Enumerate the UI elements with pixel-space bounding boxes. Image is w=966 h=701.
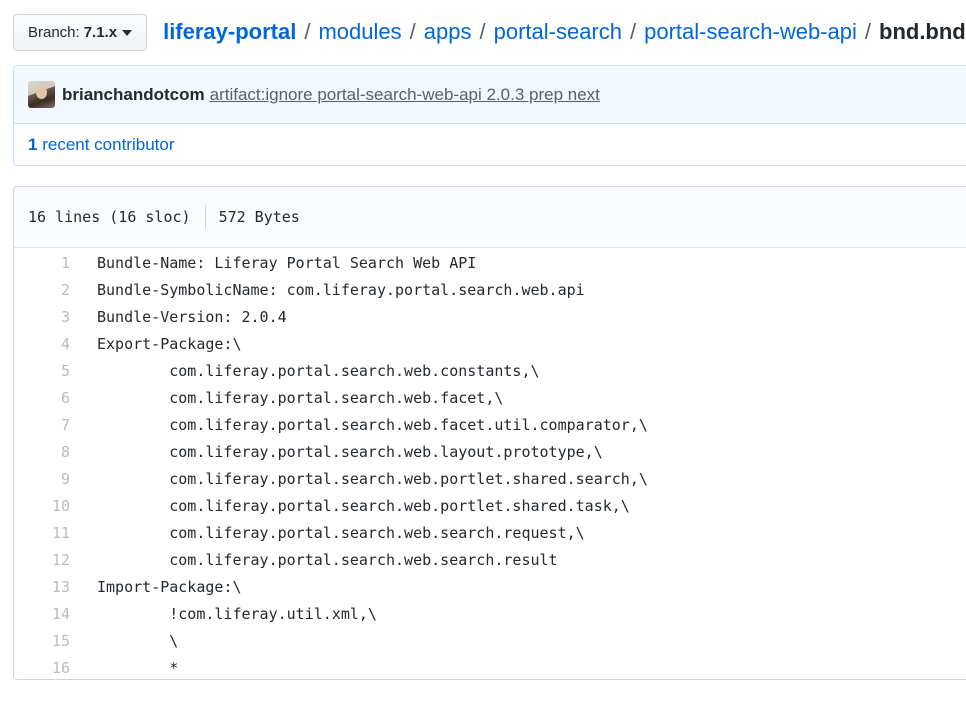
- branch-label: Branch:: [28, 23, 80, 41]
- line-code: com.liferay.portal.search.web.portlet.sh…: [97, 469, 648, 488]
- line-number[interactable]: 8: [14, 443, 70, 461]
- code-line: 2 Bundle-SymbolicName: com.liferay.portal…: [14, 276, 966, 303]
- line-code: com.liferay.portal.search.web.facet.util…: [97, 415, 648, 434]
- line-code: Bundle-SymbolicName: com.liferay.portal.…: [97, 280, 585, 299]
- breadcrumb-separator: /: [479, 19, 486, 44]
- line-code: Bundle-Name: Liferay Portal Search Web A…: [97, 253, 477, 272]
- line-code: \: [97, 631, 179, 650]
- line-code: com.liferay.portal.search.web.facet,\: [97, 388, 504, 407]
- avatar[interactable]: [28, 81, 55, 108]
- line-number[interactable]: 16: [14, 659, 70, 677]
- line-number[interactable]: 14: [14, 605, 70, 623]
- code-table: 1 Bundle-Name: Liferay Portal Search Web …: [14, 248, 966, 679]
- code-line: 15 \: [14, 627, 966, 654]
- file-navigation: Branch: 7.1.x liferay-portal / modules /…: [13, 13, 966, 51]
- code-line: 6 com.liferay.portal.search.web.facet,\: [14, 384, 966, 411]
- contributors-bar: 1 recent contributor: [14, 124, 966, 165]
- branch-name: 7.1.x: [83, 23, 118, 41]
- code-line: 7 com.liferay.portal.search.web.facet.ut…: [14, 411, 966, 438]
- line-number[interactable]: 4: [14, 335, 70, 353]
- commit-message-link[interactable]: artifact:ignore portal-search-web-api 2.…: [210, 85, 600, 105]
- line-code: com.liferay.portal.search.web.search.res…: [97, 550, 558, 569]
- contributors-label: recent contributor: [42, 135, 175, 154]
- breadcrumb: liferay-portal / modules / apps / portal…: [163, 19, 966, 45]
- code-line: 12 com.liferay.portal.search.web.search.…: [14, 546, 966, 573]
- line-code: Bundle-Version: 2.0.4: [97, 307, 287, 326]
- breadcrumb-separator: /: [864, 19, 871, 44]
- code-line: 8 com.liferay.portal.search.web.layout.p…: [14, 438, 966, 465]
- line-code: com.liferay.portal.search.web.portlet.sh…: [97, 496, 630, 515]
- code-line: 16 *: [14, 654, 966, 679]
- line-number[interactable]: 9: [14, 470, 70, 488]
- file-info-header: 16 lines (16 sloc) 572 Bytes: [14, 187, 966, 248]
- contributors-count: 1: [28, 135, 38, 154]
- code-line: 13 Import-Package:\: [14, 573, 966, 600]
- breadcrumb-link-modules[interactable]: modules: [318, 19, 401, 45]
- line-code: Import-Package:\: [97, 577, 242, 596]
- breadcrumb-link-portal-search[interactable]: portal-search: [494, 19, 622, 45]
- code-line: 3 Bundle-Version: 2.0.4: [14, 303, 966, 330]
- breadcrumb-separator: /: [304, 19, 311, 44]
- line-code: com.liferay.portal.search.web.constants,…: [97, 361, 540, 380]
- breadcrumb-repo-link[interactable]: liferay-portal: [163, 19, 296, 45]
- file-line-count: 16 lines (16 sloc): [28, 208, 191, 226]
- line-number[interactable]: 3: [14, 308, 70, 326]
- line-number[interactable]: 2: [14, 281, 70, 299]
- branch-select-button[interactable]: Branch: 7.1.x: [13, 13, 148, 51]
- line-code: !com.liferay.util.xml,\: [97, 604, 377, 623]
- line-number[interactable]: 11: [14, 524, 70, 542]
- line-number[interactable]: 10: [14, 497, 70, 515]
- file-info-divider: [204, 205, 206, 229]
- code-line: 10 com.liferay.portal.search.web.portlet…: [14, 492, 966, 519]
- line-code: com.liferay.portal.search.web.search.req…: [97, 523, 585, 542]
- line-number[interactable]: 6: [14, 389, 70, 407]
- line-code: *: [97, 658, 179, 677]
- line-number[interactable]: 12: [14, 551, 70, 569]
- line-number[interactable]: 15: [14, 632, 70, 650]
- commit-tease: brianchandotcom artifact:ignore portal-s…: [14, 66, 966, 124]
- breadcrumb-link-apps[interactable]: apps: [424, 19, 472, 45]
- line-number[interactable]: 5: [14, 362, 70, 380]
- breadcrumb-link-portal-search-web-api[interactable]: portal-search-web-api: [644, 19, 857, 45]
- file-viewer: 16 lines (16 sloc) 572 Bytes 1 Bundle-Nam…: [13, 186, 966, 680]
- breadcrumb-current-file: bnd.bnd: [879, 19, 966, 44]
- code-line: 11 com.liferay.portal.search.web.search.…: [14, 519, 966, 546]
- line-number[interactable]: 13: [14, 578, 70, 596]
- latest-commit-box: brianchandotcom artifact:ignore portal-s…: [13, 65, 966, 166]
- code-line: 9 com.liferay.portal.search.web.portlet.…: [14, 465, 966, 492]
- code-line: 14 !com.liferay.util.xml,\: [14, 600, 966, 627]
- contributors-link[interactable]: 1 recent contributor: [28, 135, 175, 155]
- chevron-down-icon: [122, 30, 133, 36]
- breadcrumb-separator: /: [629, 19, 637, 44]
- file-size: 572 Bytes: [218, 208, 300, 226]
- code-line: 5 com.liferay.portal.search.web.constant…: [14, 357, 966, 384]
- breadcrumb-separator: /: [409, 19, 416, 44]
- line-number[interactable]: 7: [14, 416, 70, 434]
- code-line: 4 Export-Package:\: [14, 330, 966, 357]
- line-code: com.liferay.portal.search.web.layout.pro…: [97, 442, 603, 461]
- line-code: Export-Package:\: [97, 334, 242, 353]
- commit-author-link[interactable]: brianchandotcom: [62, 85, 205, 105]
- code-line: 1 Bundle-Name: Liferay Portal Search Web …: [14, 249, 966, 276]
- line-number[interactable]: 1: [14, 254, 70, 272]
